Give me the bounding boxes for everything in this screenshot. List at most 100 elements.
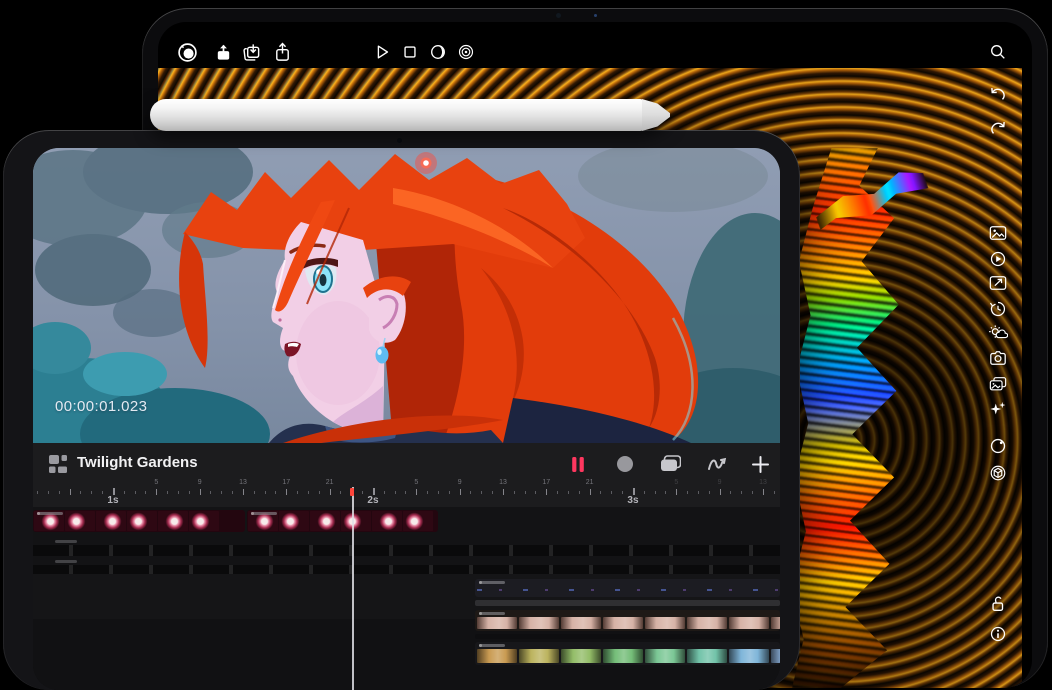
drawing-thumbnail [519, 617, 559, 629]
ruler-tick [48, 491, 49, 494]
info-icon[interactable] [988, 624, 1007, 643]
ruler-tick [633, 488, 635, 495]
ruler-tick [221, 491, 222, 494]
pause-icon[interactable] [567, 453, 589, 475]
add-icon[interactable] [749, 453, 771, 475]
scenes-icon[interactable] [658, 453, 682, 475]
gallery-icon[interactable] [176, 41, 198, 63]
sketch-strokes [477, 589, 778, 591]
import-icon[interactable] [213, 42, 233, 62]
project-title[interactable]: Twilight Gardens [77, 454, 198, 471]
video-preview[interactable]: 00:00:01.023 [33, 148, 780, 443]
film-thumbnail [372, 511, 402, 531]
clip-label [479, 581, 505, 584]
ruler-tick [59, 491, 60, 494]
drawing-clip[interactable] [475, 610, 780, 631]
frame-number: 5 [674, 479, 678, 486]
timeline-ruler[interactable]: 1s591317212s591317213s5913 [33, 478, 780, 508]
ruler-tick [232, 491, 233, 494]
dark-filmstrip-track[interactable] [33, 565, 780, 574]
film-track [33, 510, 780, 532]
ruler-tick [460, 489, 461, 495]
playhead[interactable] [352, 487, 354, 690]
add-to-photos-icon[interactable] [241, 42, 261, 62]
drawing-thumbnail [519, 649, 559, 663]
ruler-tick [416, 489, 417, 495]
foreground-ipad: 00:00:01.023 Twilight Gardens [3, 130, 800, 690]
ruler-tick [611, 491, 612, 494]
film-clip[interactable] [247, 510, 438, 532]
film-thumbnail [403, 511, 433, 531]
effects-icon[interactable] [988, 399, 1007, 418]
frame-number: 9 [718, 479, 722, 486]
ruler-tick [600, 491, 601, 494]
ruler-tick [590, 489, 591, 495]
drawing-thumbnail [687, 649, 727, 663]
drawing-thumbnail [477, 649, 517, 663]
second-label: 1s [107, 495, 118, 506]
onion-skin-icon[interactable] [456, 42, 476, 62]
ruler-tick [763, 489, 764, 495]
camera-icon[interactable] [988, 349, 1007, 366]
undo-icon[interactable] [988, 84, 1007, 103]
drawing-thumbnail [561, 649, 601, 663]
collapsed-track[interactable] [475, 634, 780, 639]
ruler-tick [525, 491, 526, 494]
photos-icon[interactable] [988, 375, 1007, 392]
loop-icon[interactable] [428, 42, 448, 62]
drawing-thumbnail [687, 617, 727, 629]
drawing-clip[interactable] [475, 642, 780, 665]
film-thumbnail [96, 511, 126, 531]
sketch-clip[interactable] [475, 579, 780, 597]
drawing-thumbnail [771, 617, 780, 629]
ruler-tick [546, 489, 547, 495]
projects-icon[interactable] [47, 453, 69, 475]
dark-filmstrip-track[interactable] [33, 545, 780, 556]
ruler-tick [319, 491, 320, 494]
ruler-tick [113, 488, 115, 495]
frame-number: 13 [759, 479, 767, 486]
ruler-tick [503, 489, 504, 495]
redo-icon[interactable] [988, 118, 1007, 137]
zoom-icon[interactable] [988, 42, 1007, 61]
film-thumbnail [158, 511, 188, 531]
draw-icon[interactable] [705, 453, 728, 475]
frame-number: 21 [586, 479, 594, 486]
collapsed-track[interactable] [475, 600, 780, 606]
ruler-tick [438, 491, 439, 494]
frame-number: 13 [499, 479, 507, 486]
ruler-tick [156, 489, 157, 495]
frame-number: 9 [458, 479, 462, 486]
stop-icon[interactable] [400, 42, 420, 62]
ruler-tick [481, 491, 482, 494]
video-icon[interactable] [988, 249, 1007, 268]
ruler-tick [308, 491, 309, 494]
lens-flare [415, 152, 437, 174]
time-lapse-icon[interactable] [988, 299, 1007, 318]
ruler-tick [514, 491, 515, 494]
clip-label [479, 644, 505, 647]
film-thumbnail [65, 511, 95, 531]
clock-icon[interactable] [988, 436, 1007, 455]
play-icon[interactable] [372, 42, 392, 62]
image-export-icon[interactable] [988, 274, 1007, 291]
light-icon[interactable] [987, 323, 1008, 342]
ruler-tick [698, 491, 699, 494]
film-thumbnail [279, 511, 309, 531]
clip-label [479, 612, 505, 615]
ruler-tick [644, 491, 645, 494]
ruler-tick [210, 491, 211, 494]
playhead-tick[interactable] [350, 488, 354, 496]
photo-icon[interactable] [988, 224, 1007, 241]
drawing-thumbnail [729, 649, 769, 663]
ruler-tick [384, 491, 385, 494]
second-label: 3s [627, 495, 638, 506]
ruler-tick [362, 491, 363, 494]
3d-icon[interactable] [988, 463, 1007, 482]
film-thumbnail [341, 511, 371, 531]
record-icon[interactable] [614, 453, 636, 475]
film-clip[interactable] [33, 510, 245, 532]
frame-number: 9 [198, 479, 202, 486]
share-icon[interactable] [272, 41, 292, 63]
unlock-icon[interactable] [988, 594, 1007, 613]
